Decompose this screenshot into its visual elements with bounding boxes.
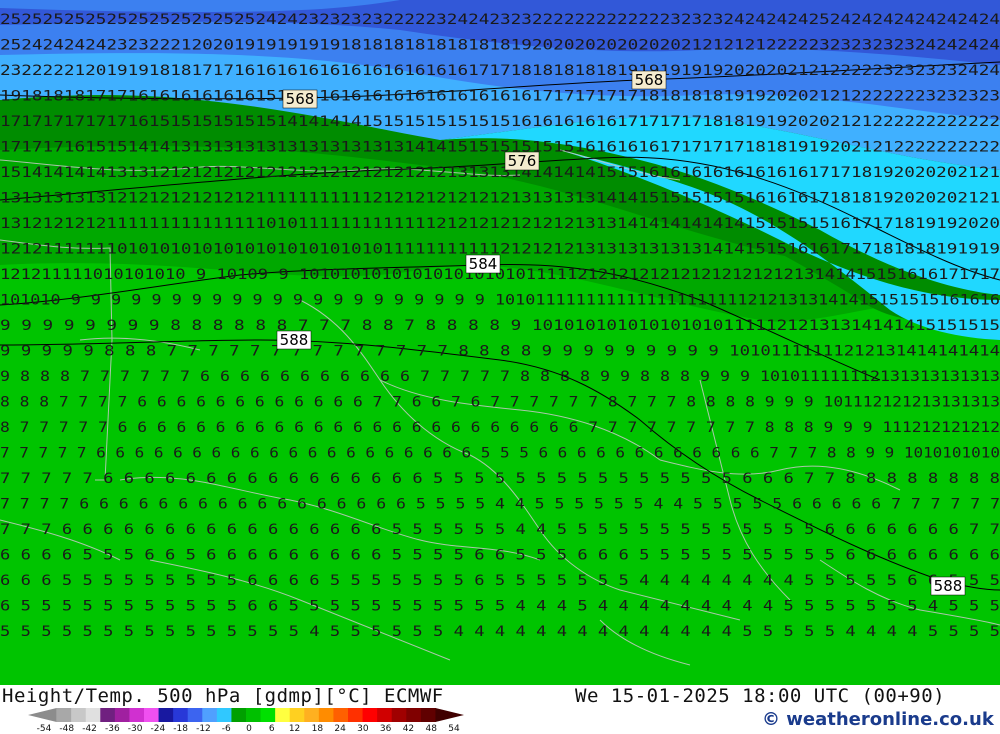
temperature-row: 1312121212111111111111111010111111111111… bbox=[0, 216, 1000, 232]
color-scale-swatch bbox=[333, 708, 349, 722]
temperature-row: 9 9 9 9 9 9 9 9 8 8 8 8 8 8 7 7 7 8 8 7 … bbox=[0, 318, 1000, 334]
color-scale-swatch bbox=[348, 708, 364, 722]
color-scale-swatch bbox=[71, 708, 87, 722]
color-scale-swatch bbox=[216, 708, 232, 722]
svg-text:584: 584 bbox=[469, 255, 498, 273]
temperature-row: 1313131313121212121212121111111111121212… bbox=[0, 191, 1000, 207]
color-scale-swatch bbox=[202, 708, 218, 722]
color-scale-swatch bbox=[362, 708, 378, 722]
temperature-row: 7 7 7 6 6 6 6 6 6 6 6 6 6 6 6 6 6 6 6 5 … bbox=[0, 522, 1000, 538]
color-scale-swatch bbox=[406, 708, 422, 722]
map-canvas: 2525252525252525252525252424232323232222… bbox=[0, 0, 1000, 685]
temperature-row: 7 7 7 7 7 6 6 6 6 6 6 6 6 6 6 6 6 6 6 6 … bbox=[0, 446, 1000, 462]
color-scale-swatch bbox=[260, 708, 276, 722]
temperature-row: 2524242424232322212020191919191918181818… bbox=[0, 38, 1000, 54]
temperature-row: 6 5 5 5 5 5 5 5 5 5 5 5 6 6 5 5 5 5 5 5 … bbox=[0, 599, 1000, 615]
temperature-row: 1918181817171616161616161515151616161616… bbox=[0, 89, 1000, 105]
color-scale-swatch bbox=[85, 708, 101, 722]
color-scale-swatch bbox=[231, 708, 247, 722]
color-scale-swatch bbox=[144, 708, 160, 722]
forecast-datetime: We 15-01-2025 18:00 UTC (00+90) bbox=[575, 685, 946, 707]
color-scale-swatch bbox=[114, 708, 130, 722]
color-scale-swatch bbox=[318, 708, 334, 722]
temperature-row: 9 9 9 9 9 8 8 8 7 7 7 7 7 7 7 7 7 7 7 7 … bbox=[0, 344, 1000, 360]
temperature-row: 7 7 7 7 7 6 6 6 6 6 6 6 6 6 6 6 6 6 6 6 … bbox=[0, 471, 1000, 487]
temperature-row: 1514141414131312121212121212121212121212… bbox=[0, 165, 1000, 181]
weather-map: 2525252525252525252525252424232323232222… bbox=[0, 0, 1000, 685]
color-scale-swatch bbox=[187, 708, 203, 722]
temperature-row: 8 8 8 7 7 7 7 6 6 6 6 6 6 6 6 6 6 6 6 7 … bbox=[0, 395, 1000, 411]
svg-text:588: 588 bbox=[934, 577, 963, 595]
color-scale-swatch bbox=[28, 708, 57, 722]
temperature-row: 6 6 6 5 5 5 5 5 5 5 5 5 6 6 6 6 5 5 5 5 … bbox=[0, 573, 1000, 589]
temperature-row: 5 5 5 5 5 5 5 5 5 5 5 5 5 5 5 4 5 5 5 5 … bbox=[0, 624, 1000, 640]
temperature-row: 2322222120191918181717161616161616161616… bbox=[0, 63, 1000, 79]
svg-text:576: 576 bbox=[508, 152, 537, 170]
color-scale-swatch bbox=[435, 708, 464, 722]
color-scale-swatch bbox=[391, 708, 407, 722]
contour-label: 588 bbox=[930, 576, 966, 596]
svg-text:568: 568 bbox=[635, 71, 664, 89]
color-scale bbox=[28, 708, 464, 722]
temperature-row: 8 7 7 7 7 7 6 6 6 6 6 6 6 6 6 6 6 6 6 6 … bbox=[0, 420, 1000, 436]
color-scale-swatch bbox=[420, 708, 436, 722]
footer: Height/Temp. 500 hPa [gdmp][°C] ECMWF We… bbox=[0, 685, 1000, 734]
color-scale-swatch bbox=[246, 708, 262, 722]
contour-label: 568 bbox=[282, 89, 318, 109]
color-scale-swatch bbox=[100, 708, 116, 722]
contour-label: 576 bbox=[504, 151, 540, 171]
temperature-row: 7 7 7 7 6 6 6 6 6 6 6 6 6 6 6 6 6 6 6 6 … bbox=[0, 497, 1000, 513]
color-scale-swatch bbox=[56, 708, 72, 722]
temperature-row: 9 8 8 8 7 7 7 7 7 7 6 6 6 6 6 6 6 6 6 6 … bbox=[0, 369, 1000, 385]
temperature-row: 1717171717171615151515151514141414151515… bbox=[0, 114, 1000, 130]
color-scale-swatch bbox=[275, 708, 291, 722]
contour-label: 584 bbox=[465, 254, 501, 274]
color-scale-swatch bbox=[173, 708, 189, 722]
svg-text:568: 568 bbox=[286, 90, 315, 108]
temperature-row: 6 6 6 6 5 5 5 6 6 5 6 6 6 6 6 6 6 6 6 5 … bbox=[0, 548, 1000, 564]
color-scale-swatch bbox=[129, 708, 145, 722]
contour-label: 588 bbox=[276, 330, 312, 350]
color-scale-swatch bbox=[304, 708, 320, 722]
color-scale-swatch bbox=[289, 708, 305, 722]
temperature-row: 1717171615151414131313131313131313131314… bbox=[0, 140, 1000, 156]
contour-label: 568 bbox=[631, 70, 667, 90]
site-credit[interactable]: © weatheronline.co.uk bbox=[762, 709, 994, 730]
color-scale-swatch bbox=[158, 708, 174, 722]
color-scale-swatch bbox=[377, 708, 393, 722]
temperature-row: 2525252525252525252525252424232323232222… bbox=[0, 12, 1000, 28]
temperature-row: 101010 9 9 9 9 9 9 9 9 9 9 9 9 9 9 9 9 9… bbox=[0, 293, 1000, 309]
svg-text:588: 588 bbox=[280, 331, 309, 349]
map-title: Height/Temp. 500 hPa [gdmp][°C] ECMWF bbox=[2, 685, 444, 707]
